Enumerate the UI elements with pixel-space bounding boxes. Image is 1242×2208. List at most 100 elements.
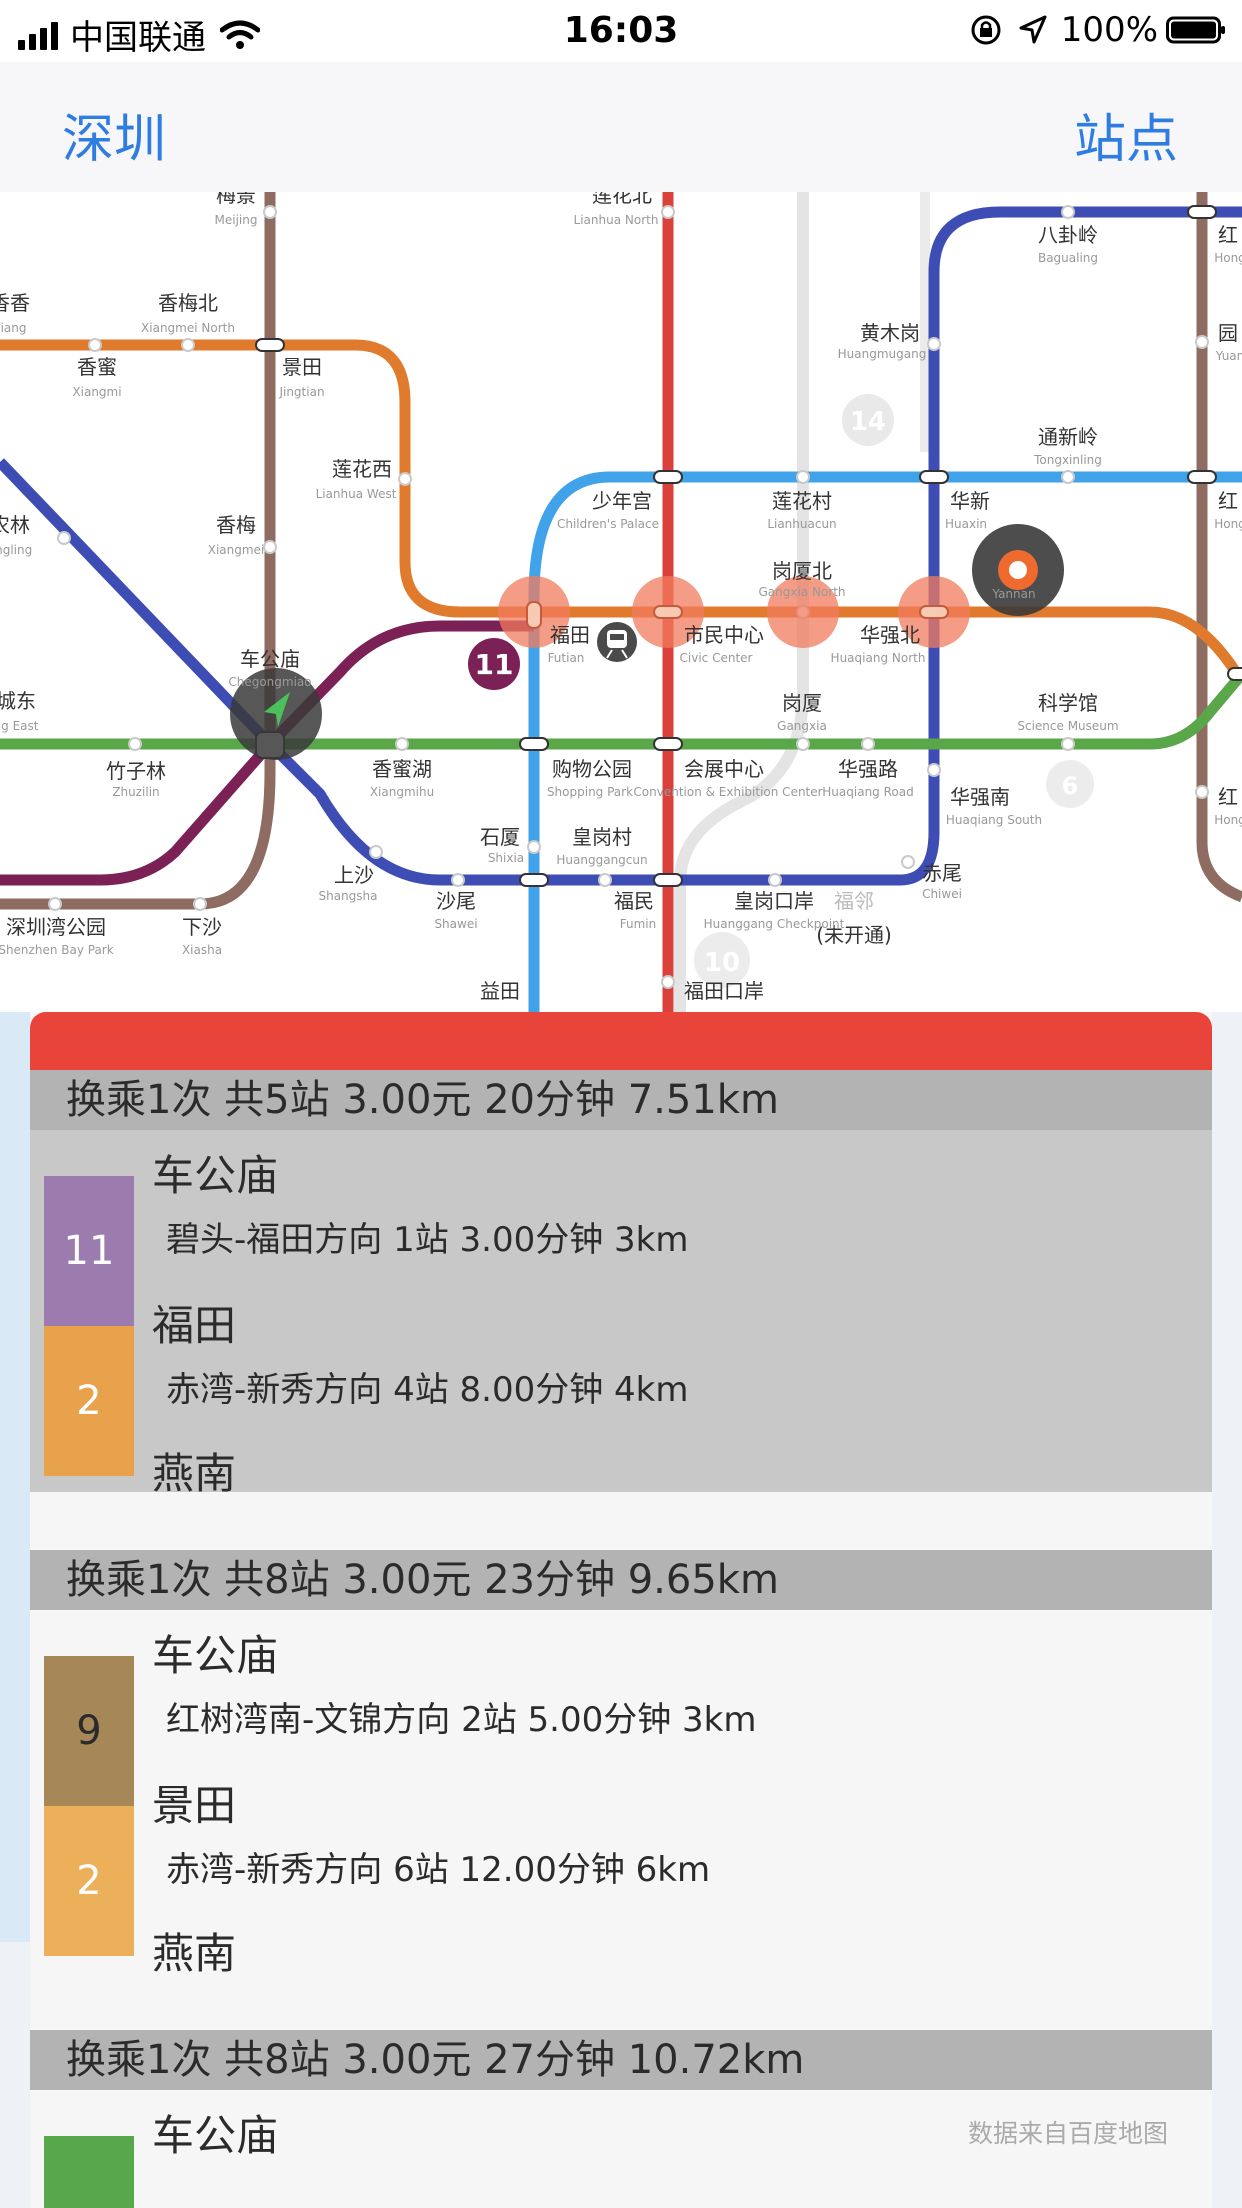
station-huaxin: 华新 <box>950 489 990 513</box>
station-gangxiabei: 岗厦北 <box>772 559 832 583</box>
svg-text:Chegongmiao: Chegongmiao <box>228 675 311 689</box>
leg-direction: 赤湾-新秀方向 6站 12.00分钟 6km <box>166 1850 711 1890</box>
leg-direction: 红树湾南-文锦方向 2站 5.00分钟 3km <box>166 1700 757 1740</box>
svg-text:Jingtian: Jingtian <box>278 385 324 399</box>
svg-text:Zhuzilin: Zhuzilin <box>112 785 159 799</box>
svg-text:Huanggang Checkpoint: Huanggang Checkpoint <box>704 917 845 931</box>
route-summary: 换乘1次 共8站 3.00元 27分钟 10.72km <box>30 2030 1212 2090</box>
station-yuan: 园 <box>1218 321 1238 345</box>
station-fulin: 福邻 <box>834 889 874 913</box>
route-body: 11 2 车公庙 碧头-福田方向 1站 3.00分钟 3km 福田 赤湾-新秀方… <box>30 1130 1212 1498</box>
station-huaqiangnan: 华强南 <box>950 785 1010 809</box>
station-kexueguan: 科学馆 <box>1038 691 1098 715</box>
station-hong1: 红 <box>1218 223 1238 247</box>
station-shaoniangong: 少年宫 <box>592 489 652 513</box>
station-xiangxiang: 香香 <box>0 291 30 315</box>
route-option[interactable]: 换乘1次 共8站 3.00元 23分钟 9.65km 9 2 车公庙 红树湾南-… <box>30 1550 1212 1978</box>
station-meijing: 梅景 <box>216 192 256 207</box>
train-icon <box>597 622 637 662</box>
line-10-label: 10 <box>704 948 740 978</box>
route-results-panel[interactable]: 换乘1次 共5站 3.00元 20分钟 7.51km 11 2 车公庙 碧头-福… <box>30 1012 1212 2208</box>
svg-text:Children's Palace: Children's Palace <box>557 517 659 531</box>
station-shenzhenwan: 深圳湾公园 <box>6 915 106 939</box>
svg-text:ng East: ng East <box>0 719 39 733</box>
route-option[interactable]: 换乘1次 共5站 3.00元 20分钟 7.51km 11 2 车公庙 碧头-福… <box>30 1070 1212 1498</box>
battery-label: 100% <box>1060 10 1158 50</box>
station-name: 景田 <box>152 1781 237 1830</box>
location-arrow-icon <box>1019 15 1047 44</box>
line-6-label: 6 <box>1062 772 1079 800</box>
svg-text:Gangxia North: Gangxia North <box>758 585 845 599</box>
svg-text:Fumin: Fumin <box>620 917 656 931</box>
station-huangmugang: 黄木岗 <box>860 321 920 345</box>
svg-text:Tongxinling: Tongxinling <box>1033 453 1102 467</box>
station-zhuzilin: 竹子林 <box>106 759 166 783</box>
route-body: 9 2 车公庙 红树湾南-文锦方向 2站 5.00分钟 3km 景田 赤湾-新秀… <box>30 1610 1212 1978</box>
svg-text:Hong: Hong <box>1214 251 1242 265</box>
station-lianhuaxi: 莲花西 <box>332 457 392 481</box>
battery-icon <box>1166 16 1225 44</box>
svg-text:Huaqiang Road: Huaqiang Road <box>822 785 913 799</box>
station-shawei: 沙尾 <box>436 889 476 913</box>
line-badge: 11 <box>44 1176 134 1326</box>
station-name: 车公庙 <box>152 1151 279 1200</box>
svg-text:ongling: ongling <box>0 543 32 557</box>
svg-text:Xiangmei North: Xiangmei North <box>141 321 235 335</box>
svg-text:Huangmugang: Huangmugang <box>838 347 927 361</box>
navigation-bar: 深圳 站点 <box>0 62 1242 192</box>
destination-marker-icon <box>972 524 1064 616</box>
svg-text:Xiangmi: Xiangmi <box>72 385 121 399</box>
svg-text:Yannan: Yannan <box>991 587 1035 601</box>
svg-text:Gangxia: Gangxia <box>777 719 827 733</box>
route-summary: 换乘1次 共5站 3.00元 20分钟 7.51km <box>30 1070 1212 1130</box>
panel-header-bar[interactable] <box>30 1012 1212 1070</box>
line-badge: 2 <box>44 1326 134 1476</box>
svg-text:Lianhua West: Lianhua West <box>316 487 397 501</box>
status-right: 100% <box>969 10 1226 50</box>
station-gouwugongyuan: 购物公园 <box>552 757 632 781</box>
svg-text:Huaqiang South: Huaqiang South <box>946 813 1042 827</box>
leg-direction: 赤湾-新秀方向 4站 8.00分钟 4km <box>166 1370 689 1410</box>
station-name: 燕南 <box>152 1449 237 1498</box>
line-badge: 9 <box>44 1656 134 1806</box>
station-name: 福田 <box>152 1301 237 1350</box>
station-bagualing: 八卦岭 <box>1038 223 1098 247</box>
svg-text:Hong: Hong <box>1214 517 1242 531</box>
svg-text:Lianhuacun: Lianhuacun <box>767 517 836 531</box>
station-huanggangkouan: 皇岗口岸 <box>734 889 814 913</box>
svg-text:Shangsha: Shangsha <box>318 889 377 903</box>
station-xiangmihu: 香蜜湖 <box>372 757 432 781</box>
station-hong3: 红 <box>1218 785 1238 809</box>
line-badge <box>44 2136 134 2208</box>
station-futian: 福田 <box>550 623 590 647</box>
station-huanggangcun: 皇岗村 <box>572 825 632 849</box>
line-14-label: 14 <box>850 407 886 437</box>
station-lianhuabei: 莲花北 <box>592 192 652 207</box>
stations-button[interactable]: 站点 <box>1074 97 1178 172</box>
svg-text:xiang: xiang <box>0 321 27 335</box>
svg-text:Huaqiang North: Huaqiang North <box>831 651 926 665</box>
station-huizhan: 会展中心 <box>684 757 764 781</box>
svg-text:Xiangmei: Xiangmei <box>208 543 265 557</box>
station-nonglin: 农林 <box>0 513 30 537</box>
station-xiangmi: 香蜜 <box>77 355 117 379</box>
station-shixia: 石厦 <box>480 825 520 849</box>
data-source-credit: 数据来自百度地图 <box>967 2119 1168 2148</box>
station-chegongmiao: 车公庙 <box>240 647 300 671</box>
svg-text:Shawei: Shawei <box>434 917 477 931</box>
svg-text:Lianhua North: Lianhua North <box>574 213 659 227</box>
orientation-lock-icon <box>971 15 1001 45</box>
station-hong2: 红 <box>1218 489 1238 513</box>
station-xiangmei: 香梅 <box>216 513 256 537</box>
city-button[interactable]: 深圳 <box>62 97 166 172</box>
metro-map[interactable]: 14 6 10 11 梅景 香 香梅北 香蜜 景田 莲花西 香梅 林 车公庙 城… <box>0 192 1242 1012</box>
svg-text:Shixia: Shixia <box>488 851 524 865</box>
metro-map-canvas[interactable]: 14 6 10 11 梅景 香 香梅北 香蜜 景田 莲花西 香梅 林 车公庙 城… <box>0 192 1242 1012</box>
station-name: 燕南 <box>152 1929 237 1978</box>
svg-text:Yuan: Yuan <box>1215 349 1242 363</box>
station-fumin: 福民 <box>614 889 654 913</box>
svg-text:Chiwei: Chiwei <box>922 887 962 901</box>
svg-text:Xiasha: Xiasha <box>182 943 222 957</box>
route-option[interactable]: 换乘1次 共8站 3.00元 27分钟 10.72km 车公庙 数据来自百度地图 <box>30 2030 1212 2208</box>
svg-text:Futian: Futian <box>548 651 585 665</box>
